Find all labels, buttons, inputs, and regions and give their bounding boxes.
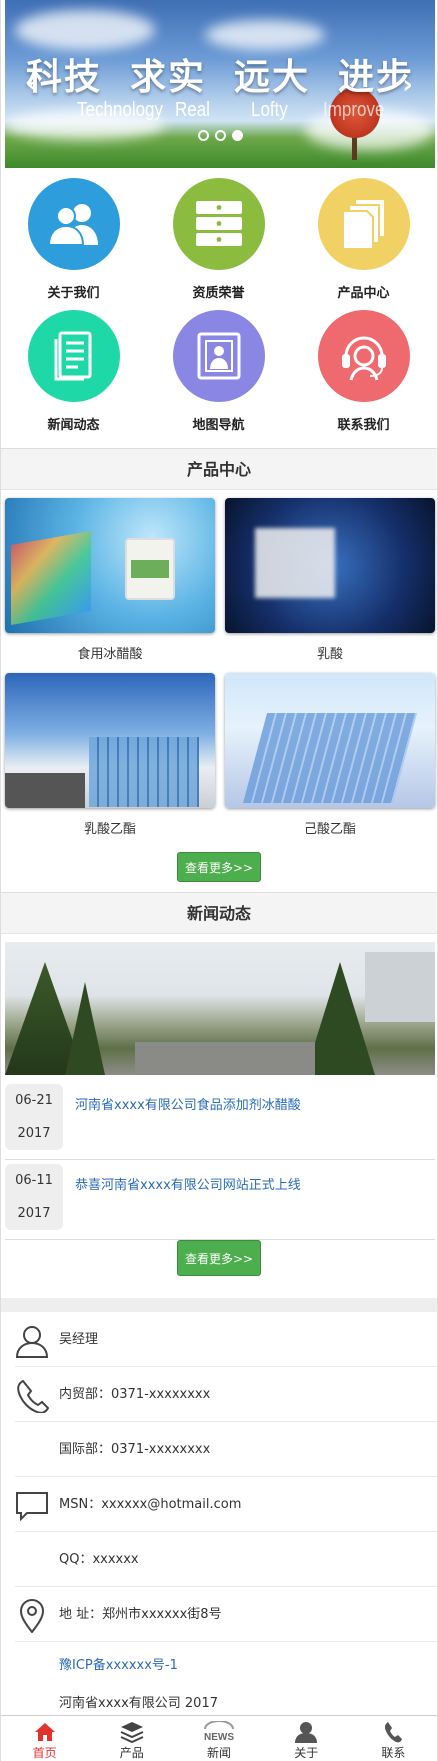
hero-banner[interactable]: 科技 求实 远大 进步 Technology Real Lofty Improve ‹… [5, 0, 435, 168]
chevron-right-icon[interactable]: › [402, 70, 413, 100]
contact-address: 地 址：郑州市xxxxxx街8号 [59, 1607, 222, 1622]
grid-label: 新闻动态 [47, 418, 100, 433]
grid-item-map[interactable]: 地图导航 [146, 310, 291, 433]
product-name: 己酸乙酯 [303, 822, 356, 837]
nav-about[interactable]: 关于 [263, 1716, 350, 1761]
slogan-word: 远大 [234, 57, 311, 98]
news-day: 06-11 [15, 1173, 53, 1188]
contact-phone-row: 内贸部：0371-xxxxxxxx [15, 1367, 437, 1422]
news-date: 06-21 2017 [5, 1084, 63, 1150]
home-icon [34, 1723, 55, 1741]
phone-icon [385, 1722, 403, 1743]
nav-contact[interactable]: 联系 [350, 1716, 437, 1761]
contact-phone-domestic[interactable]: 内贸部：0371-xxxxxxxx [59, 1367, 210, 1422]
chat-bubble-icon [16, 1492, 48, 1522]
news-year: 2017 [17, 1126, 51, 1141]
slogan-word: 求实 [129, 57, 206, 98]
grid-item-products[interactable]: 产品中心 [291, 178, 436, 301]
grid-item-about[interactable]: 关于我们 [1, 178, 146, 301]
carousel-dot[interactable] [215, 130, 226, 141]
nav-label: 联系 [381, 1746, 406, 1760]
grid-label: 关于我们 [47, 286, 100, 301]
news-heading: 新闻动态 [1, 892, 437, 934]
grid-item-contact[interactable]: 联系我们 [291, 310, 436, 433]
bottom-nav: 首页 产品 NEWS 新闻 关于 联系 [1, 1715, 437, 1761]
product-image [225, 498, 435, 633]
products-heading: 产品中心 [1, 448, 437, 490]
product-name: 乳酸 [316, 647, 343, 662]
section-divider [1, 1298, 437, 1312]
location-pin-icon [19, 1599, 45, 1633]
carousel-dots [198, 130, 243, 141]
layers-icon [120, 1722, 144, 1743]
contact-qq-row: QQ：xxxxxx [15, 1532, 437, 1587]
grid-label: 资质荣誉 [192, 286, 245, 301]
contact-person: 吴经理 [59, 1332, 99, 1347]
contact-phone-row: 国际部：0371-xxxxxxxx [15, 1422, 437, 1477]
product-name: 乳酸乙酯 [83, 822, 136, 837]
product-image [5, 498, 215, 633]
users-icon [27, 178, 120, 270]
product-image [225, 673, 435, 808]
products-more-button[interactable]: 查看更多>> [177, 852, 261, 882]
svg-text:NEWS: NEWS [204, 1732, 234, 1743]
product-card[interactable]: 乳酸 [225, 498, 435, 662]
user-outline-icon [15, 1326, 49, 1358]
nav-label: 新闻 [207, 1746, 232, 1760]
contact-msn-row: MSN：xxxxxx@hotmail.com [15, 1477, 437, 1532]
nav-label: 关于 [294, 1746, 319, 1760]
grid-item-honors[interactable]: 资质荣誉 [146, 178, 291, 301]
news-title-link[interactable]: 恭喜河南省xxxx有限公司网站正式上线 [75, 1174, 301, 1193]
product-image [5, 673, 215, 808]
copyright-row: 河南省xxxx有限公司 2017 [15, 1682, 437, 1716]
files-icon [317, 178, 410, 270]
banner-slogan: 科技 求实 远大 进步 [5, 48, 435, 100]
news-item[interactable]: 06-11 2017 恭喜河南省xxxx有限公司网站正式上线 [5, 1160, 435, 1240]
contact-address-row: 地 址：郑州市xxxxxx街8号 [15, 1587, 437, 1642]
subtitle-word: Real [175, 98, 210, 121]
icp-row: 豫ICP备xxxxxx号-1 [15, 1642, 437, 1682]
grid-label: 联系我们 [337, 418, 390, 433]
subtitle-word: Technology [77, 98, 164, 121]
contact-person-row: 吴经理 [15, 1312, 437, 1367]
document-icon [27, 310, 120, 402]
grid-label: 产品中心 [337, 286, 390, 301]
nav-products[interactable]: 产品 [88, 1716, 175, 1761]
grid-item-news[interactable]: 新闻动态 [1, 310, 146, 433]
product-name: 食用冰醋酸 [77, 647, 143, 662]
contact-qq: QQ：xxxxxx [59, 1552, 139, 1567]
carousel-dot[interactable] [198, 130, 209, 141]
chevron-left-icon[interactable]: ‹ [27, 70, 38, 100]
contact-msn: MSN：xxxxxx@hotmail.com [59, 1497, 242, 1512]
news-icon: NEWS [204, 1721, 234, 1743]
contact-phone-international[interactable]: 国际部：0371-xxxxxxxx [59, 1422, 210, 1477]
drawers-icon [172, 178, 265, 270]
person-card-icon [172, 310, 265, 402]
nav-home[interactable]: 首页 [1, 1716, 88, 1761]
subtitle-word: Lofty [251, 98, 288, 121]
headset-icon [317, 310, 410, 402]
grid-label: 地图导航 [192, 418, 245, 433]
product-card[interactable]: 食用冰醋酸 [5, 498, 215, 662]
carousel-dot-active[interactable] [232, 130, 243, 141]
quick-nav-grid: 关于我们 资质荣誉 产品中心 新闻动态 地图导航 联系我们 [1, 168, 437, 448]
news-day: 06-21 [15, 1093, 53, 1108]
product-card[interactable]: 己酸乙酯 [225, 673, 435, 837]
news-year: 2017 [17, 1206, 51, 1221]
user-icon [295, 1722, 318, 1743]
nav-label: 产品 [119, 1746, 144, 1760]
product-card[interactable]: 乳酸乙酯 [5, 673, 215, 837]
subtitle-word: Improve [323, 98, 385, 121]
news-more-button[interactable]: 查看更多>> [177, 1240, 261, 1276]
news-item[interactable]: 06-21 2017 河南省xxxx有限公司食品添加剂冰醋酸 [5, 1080, 435, 1160]
nav-news[interactable]: NEWS 新闻 [175, 1716, 262, 1761]
nav-label: 首页 [32, 1746, 57, 1760]
news-date: 06-11 2017 [5, 1164, 63, 1230]
news-image[interactable] [5, 942, 435, 1075]
phone-icon [17, 1379, 49, 1413]
news-title-link[interactable]: 河南省xxxx有限公司食品添加剂冰醋酸 [75, 1094, 301, 1113]
